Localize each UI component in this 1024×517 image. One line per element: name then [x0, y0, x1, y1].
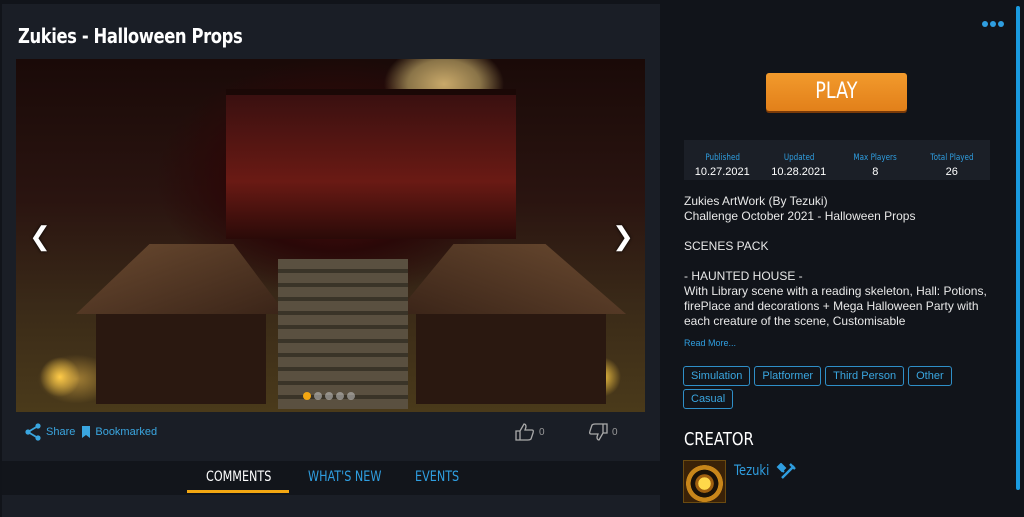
tag-casual[interactable]: Casual — [683, 389, 734, 409]
tag-other[interactable]: Other — [908, 366, 952, 386]
game-title: Zukies - Halloween Props — [18, 24, 243, 48]
share-icon — [25, 423, 41, 441]
pavilion-right — [416, 314, 606, 404]
game-description: Zukies ArtWork (By Tezuki) Challenge Oct… — [684, 194, 987, 328]
thumbs-up-icon — [515, 423, 534, 441]
creator-link[interactable]: Tezuki — [734, 463, 796, 479]
like-count: 0 — [539, 426, 545, 438]
creator-heading: CREATOR — [684, 429, 754, 450]
share-label: Share — [46, 426, 76, 438]
dislike-button[interactable]: 0 — [588, 423, 618, 441]
gallery-dot[interactable] — [347, 392, 355, 400]
active-tab-indicator — [187, 490, 289, 493]
gallery-dot[interactable] — [314, 392, 322, 400]
thumbs-down-icon — [589, 423, 608, 441]
chevron-left-icon[interactable]: ❮ — [28, 221, 52, 251]
pavilion-left — [96, 314, 266, 404]
pavilion-roof-right — [396, 244, 626, 314]
tag-third-person[interactable]: Third Person — [825, 366, 905, 386]
dislike-count: 0 — [612, 426, 618, 438]
scrollbar[interactable] — [1016, 6, 1020, 490]
bookmark-icon — [82, 426, 91, 438]
chevron-right-icon[interactable]: ❯ — [611, 221, 635, 251]
pavilion-roof-left — [76, 244, 286, 314]
stats-panel: Published 10.27.2021 Updated 10.28.2021 … — [684, 140, 990, 180]
like-button[interactable]: 0 — [515, 423, 545, 441]
stat-published: Published 10.27.2021 — [694, 153, 750, 178]
creator-avatar[interactable] — [683, 460, 726, 503]
tab-events[interactable]: EVENTS — [415, 469, 459, 485]
read-more-link[interactable]: Read More... — [684, 338, 736, 348]
gallery-dot[interactable] — [325, 392, 333, 400]
action-bar: Share Bookmarked — [24, 423, 157, 441]
stairs-image — [278, 259, 408, 409]
tab-whats-new[interactable]: WHAT'S NEW — [308, 469, 381, 485]
hammer-tools-icon — [776, 463, 796, 479]
screenshot-gallery[interactable]: ❮ ❯ — [16, 59, 645, 412]
more-options-icon[interactable] — [982, 21, 1004, 27]
stat-max-players: Max Players 8 — [853, 153, 897, 178]
comments-panel — [2, 495, 660, 517]
tag-platformer[interactable]: Platformer — [754, 366, 822, 386]
gallery-dots — [303, 392, 355, 400]
share-button[interactable]: Share — [24, 423, 75, 441]
gallery-dot[interactable] — [303, 392, 311, 400]
bookmark-button[interactable]: Bookmarked — [81, 426, 157, 438]
creator-name: Tezuki — [734, 463, 770, 479]
tab-comments[interactable]: COMMENTS — [206, 469, 271, 485]
tab-bar: COMMENTS WHAT'S NEW EVENTS — [2, 461, 660, 495]
gallery-dot[interactable] — [336, 392, 344, 400]
bookmark-label: Bookmarked — [95, 426, 158, 438]
stat-updated: Updated 10.28.2021 — [771, 153, 827, 178]
stat-total-played: Total Played 26 — [930, 153, 974, 178]
tag-list: Simulation Platformer Third Person Other… — [683, 366, 983, 409]
game-page: Zukies - Halloween Props ❮ ❯ Share Bookm… — [0, 0, 1024, 517]
play-button[interactable]: PLAY — [766, 73, 907, 111]
tag-simulation[interactable]: Simulation — [683, 366, 751, 386]
haunted-house-image — [226, 89, 516, 239]
